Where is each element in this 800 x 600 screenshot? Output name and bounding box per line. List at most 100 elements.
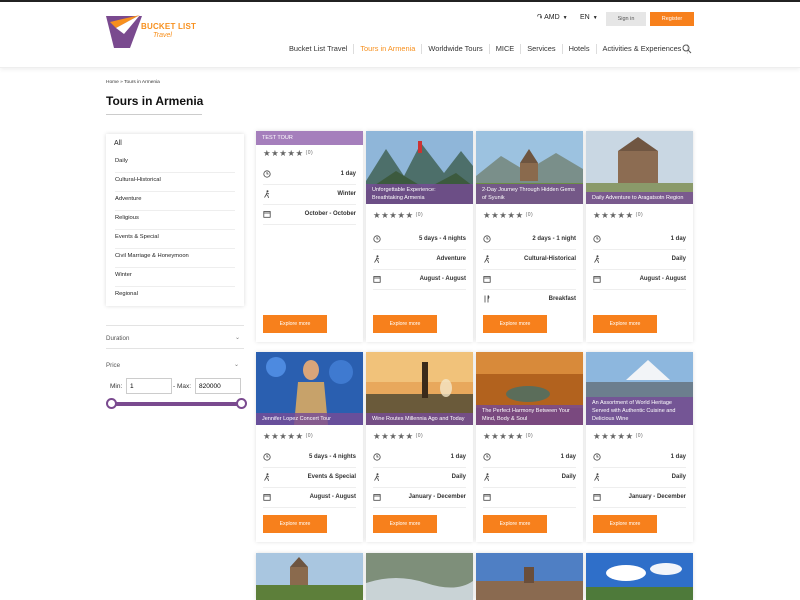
nav-item-hotels[interactable]: Hotels: [563, 44, 597, 54]
max-label: - Max:: [173, 383, 192, 390]
tour-card[interactable]: [256, 553, 363, 600]
price-slider-max-handle[interactable]: [236, 398, 247, 409]
tour-title[interactable]: 2-Day Journey Through Hidden Gems of Syu…: [476, 184, 583, 204]
filter-religious[interactable]: Religious: [115, 211, 235, 230]
tour-title[interactable]: Unforgettable Experience: Breathtaking A…: [366, 184, 473, 204]
tour-card[interactable]: [586, 553, 693, 600]
duration-value: 1 day: [670, 236, 686, 242]
explore-more-button[interactable]: Explore more: [593, 315, 657, 333]
explore-more-button[interactable]: Explore more: [373, 515, 437, 533]
tour-image[interactable]: The Perfect Harmony Between Your Mind, B…: [476, 352, 583, 425]
tour-image[interactable]: [586, 553, 693, 600]
rating-stars: ★★★★★ (0): [263, 148, 313, 159]
duration-row: 1 day: [373, 448, 466, 468]
tour-image[interactable]: Unforgettable Experience: Breathtaking A…: [366, 131, 473, 204]
season-row: August - August: [263, 488, 356, 508]
explore-more-button[interactable]: Explore more: [263, 515, 327, 533]
nav-item-services[interactable]: Services: [521, 44, 563, 54]
duration-accordion[interactable]: Duration ⌄: [106, 325, 244, 349]
tour-card[interactable]: [366, 553, 473, 600]
price-slider-min-handle[interactable]: [106, 398, 117, 409]
filter-regional[interactable]: Regional: [115, 287, 235, 306]
breadcrumb-home[interactable]: Home: [106, 80, 119, 85]
filter-civil-marriage[interactable]: Civil Marriage & Honeymoon: [115, 249, 235, 268]
tour-image[interactable]: An Assortment of World Heritage Served w…: [586, 352, 693, 425]
duration-value: 5 days - 4 nights: [418, 236, 466, 242]
tour-card: Unforgettable Experience: Breathtaking A…: [366, 131, 473, 342]
main-nav: Bucket List Travel Tours in Armenia Worl…: [283, 42, 689, 56]
max-price-input[interactable]: [195, 378, 241, 394]
clock-icon: [263, 170, 271, 178]
register-button[interactable]: Register: [650, 12, 694, 26]
stars-glyph: ★★★★★: [263, 431, 304, 441]
tour-title[interactable]: An Assortment of World Heritage Served w…: [586, 397, 693, 425]
filter-winter[interactable]: Winter: [115, 268, 235, 287]
chevron-down-icon: ▼: [562, 15, 568, 21]
calendar-icon: [373, 276, 381, 283]
tour-image[interactable]: [256, 553, 363, 600]
tour-card: The Perfect Harmony Between Your Mind, B…: [476, 352, 583, 542]
category-filter: All Daily Cultural-Historical Adventure …: [106, 134, 244, 306]
nav-item-activities[interactable]: Activities & Experiences: [597, 44, 689, 54]
tour-title[interactable]: Jennifer Lopez Concert Tour: [256, 413, 363, 425]
filter-daily[interactable]: Daily: [115, 154, 235, 173]
filter-cultural-historical[interactable]: Cultural-Historical: [115, 173, 235, 192]
stars-glyph: ★★★★★: [373, 210, 414, 220]
duration-row: 1 day: [483, 448, 576, 468]
type-row: Daily: [593, 250, 686, 270]
explore-more-button[interactable]: Explore more: [483, 515, 547, 533]
explore-more-button[interactable]: Explore more: [593, 515, 657, 533]
season-value: January - December: [408, 494, 466, 500]
tour-image[interactable]: [476, 553, 583, 600]
hiker-icon: [264, 190, 270, 198]
calendar-icon: [483, 276, 491, 283]
currency-select[interactable]: ֏ AMD ▼: [537, 14, 568, 22]
search-icon[interactable]: [682, 44, 692, 54]
tour-title[interactable]: Wine Routes Millennia Ago and Today: [366, 413, 473, 425]
tour-title[interactable]: The Perfect Harmony Between Your Mind, B…: [476, 405, 583, 425]
tour-image[interactable]: Wine Routes Millennia Ago and Today: [366, 352, 473, 425]
duration-value: 1 day: [450, 454, 466, 460]
tour-image[interactable]: [366, 553, 473, 600]
season-row: January - December: [373, 488, 466, 508]
type-row: Winter: [263, 185, 356, 205]
currency-value: ֏ AMD: [537, 14, 560, 21]
hiker-icon: [484, 255, 490, 263]
logo[interactable]: BUCKET LIST Travel: [106, 14, 196, 50]
type-value: Events & Special: [307, 474, 356, 480]
language-select[interactable]: EN ▼: [580, 14, 598, 21]
tour-card: TEST TOUR ★★★★★ (0) 1 day Winter October …: [256, 131, 363, 342]
tour-title[interactable]: Daily Adventure to Aragatsotn Region: [586, 192, 693, 204]
chevron-down-icon[interactable]: ⌄: [234, 361, 239, 368]
nav-item-bucket-list-travel[interactable]: Bucket List Travel: [283, 44, 355, 54]
tour-card: Jennifer Lopez Concert Tour ★★★★★ (0) 5 d…: [256, 352, 363, 542]
type-value: Winter: [337, 191, 356, 197]
tour-image[interactable]: Jennifer Lopez Concert Tour: [256, 352, 363, 425]
clock-icon: [593, 453, 601, 461]
filter-adventure[interactable]: Adventure: [115, 192, 235, 211]
type-value: Adventure: [436, 256, 466, 262]
explore-more-button[interactable]: Explore more: [373, 315, 437, 333]
calendar-icon: [483, 494, 491, 501]
duration-value: 1 day: [560, 454, 576, 460]
tour-card[interactable]: [476, 553, 583, 600]
nav-item-tours-in-armenia[interactable]: Tours in Armenia: [354, 44, 423, 54]
nav-item-mice[interactable]: MICE: [490, 44, 522, 54]
title-divider: [106, 114, 202, 115]
tour-image[interactable]: 2-Day Journey Through Hidden Gems of Syu…: [476, 131, 583, 204]
rating-count: (0): [525, 433, 534, 439]
explore-more-button[interactable]: Explore more: [483, 315, 547, 333]
signin-button[interactable]: Sign in: [606, 12, 646, 26]
price-label[interactable]: Price: [106, 362, 120, 369]
nav-item-worldwide-tours[interactable]: Worldwide Tours: [422, 44, 490, 54]
season-row: October - October: [263, 205, 356, 225]
logo-mark-icon: [106, 15, 142, 48]
filter-events-special[interactable]: Events & Special: [115, 230, 235, 249]
explore-more-button[interactable]: Explore more: [263, 315, 327, 333]
filter-all[interactable]: All: [114, 140, 122, 147]
price-slider-track[interactable]: [110, 402, 242, 406]
calendar-icon: [373, 494, 381, 501]
min-price-input[interactable]: [126, 378, 172, 394]
stars-glyph: ★★★★★: [593, 210, 634, 220]
tour-image[interactable]: Daily Adventure to Aragatsotn Region: [586, 131, 693, 204]
